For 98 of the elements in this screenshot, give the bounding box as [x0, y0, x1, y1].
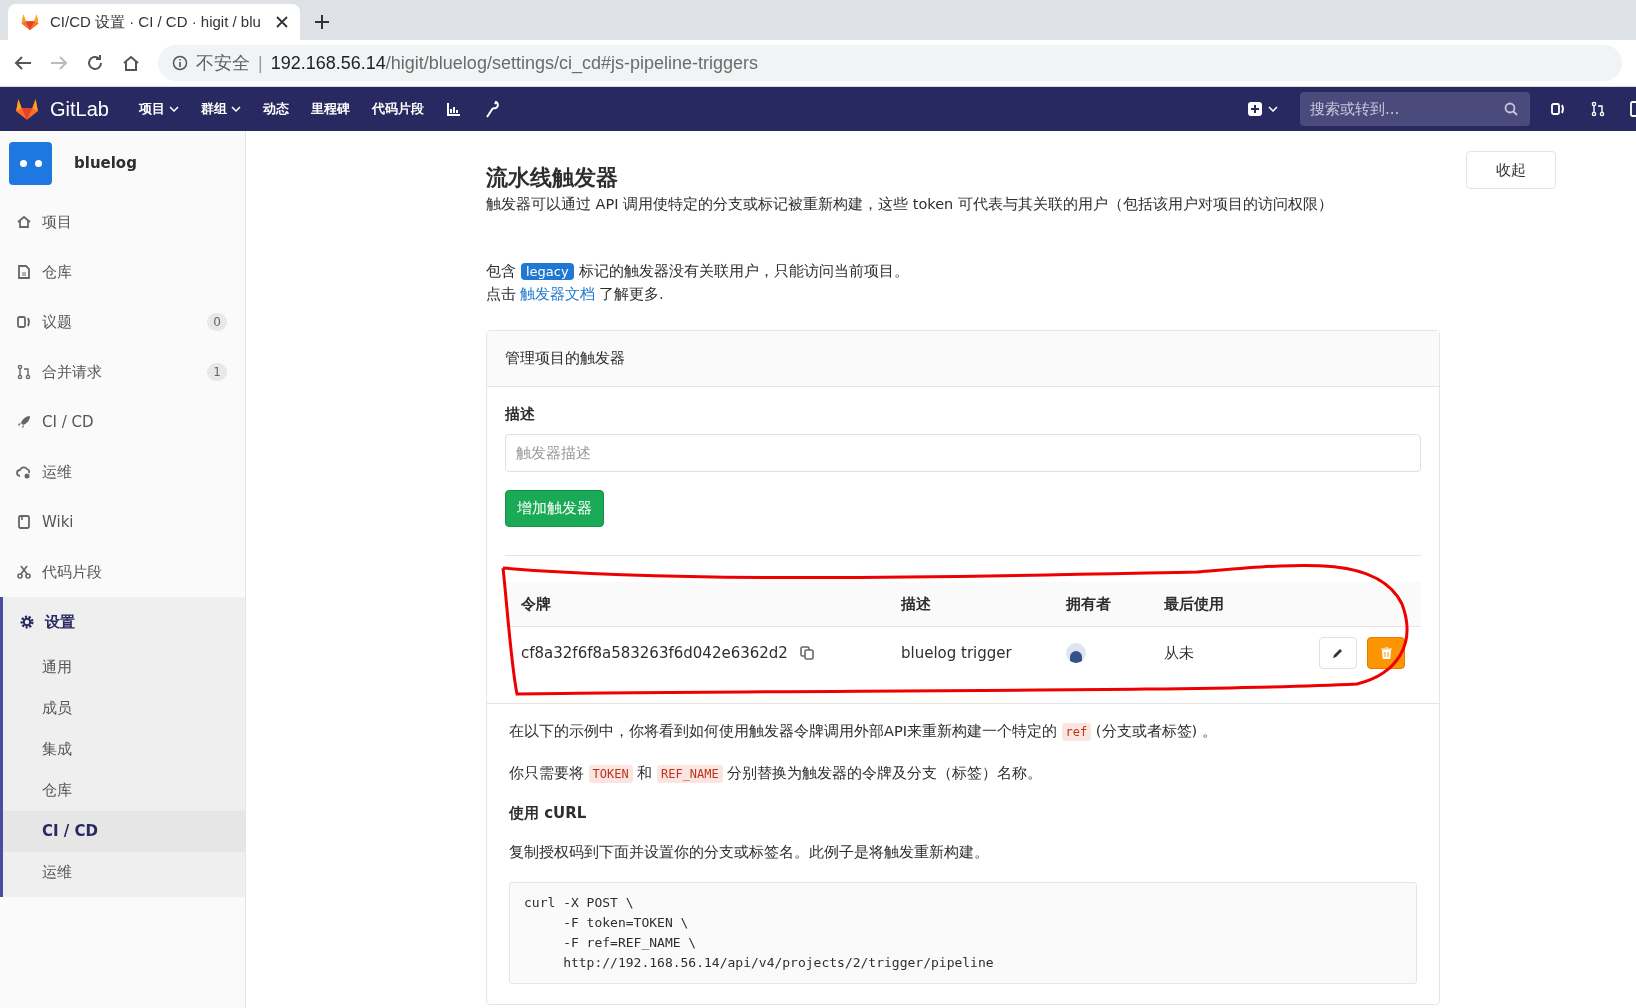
- url-text: 192.168.56.14/higit/bluelog/settings/ci_cd#js-pipeline-triggers: [270, 52, 758, 74]
- cloud-gear-icon: [16, 464, 32, 480]
- description-field[interactable]: 触发器描述: [505, 434, 1421, 472]
- back-button[interactable]: [14, 55, 32, 71]
- column-header: 拥有者: [1066, 594, 1112, 614]
- home-icon: [16, 214, 32, 230]
- sidebar-subitem[interactable]: 运维: [3, 852, 245, 893]
- home-icon: [122, 54, 140, 72]
- edit-button[interactable]: [1319, 637, 1357, 669]
- chart-icon: [445, 101, 462, 117]
- new-item-button[interactable]: [1248, 102, 1278, 116]
- chevron-down-icon: [1268, 106, 1278, 112]
- sidebar-item[interactable]: 运维: [0, 447, 245, 497]
- docs-note-text: 了解更多.: [599, 286, 664, 302]
- browser-tab[interactable]: CI/CD 设置 · CI / CD · higit / blu: [8, 4, 300, 40]
- sidebar-item[interactable]: 设置: [3, 597, 245, 647]
- plus-icon: [314, 14, 330, 30]
- settings-icon: [19, 614, 35, 630]
- admin-button[interactable]: [483, 100, 500, 118]
- info-icon: [172, 55, 188, 71]
- todos-button[interactable]: [1630, 101, 1636, 117]
- search-field[interactable]: 搜索或转到...: [1300, 92, 1530, 126]
- sidebar-item[interactable]: CI / CD: [0, 397, 245, 447]
- arrow-right-icon: [50, 55, 68, 71]
- instruction-text: 你只需要将 TOKEN 和 REF_NAME 分别替换为触发器的令牌及分支（标签）名称。: [509, 764, 1044, 785]
- sidebar-subitem[interactable]: 通用: [3, 647, 245, 688]
- docs-note-text: 点击: [486, 286, 516, 302]
- merge-request-icon: [16, 364, 32, 380]
- sidebar-item[interactable]: 代码片段: [0, 547, 245, 597]
- issues-icon: [16, 314, 32, 330]
- copy-button[interactable]: [799, 646, 814, 660]
- docs-link[interactable]: 触发器文档: [520, 286, 595, 302]
- code-block: curl -X POST \ -F token=TOKEN \ -F ref=REF_NAME \ http://192.168.56.14/api/v4/projects/2/trigger/pipeline: [509, 882, 1417, 984]
- section-description: 触发器可以通过 API 调用使特定的分支或标记被重新构建，这些 token 可代表与其关联的用户（包括该用户对项目的访问权限）: [486, 195, 1334, 214]
- nav-menu-item[interactable]: 项目: [138, 100, 179, 118]
- nav-menu-item[interactable]: 代码片段: [371, 100, 424, 118]
- field-label: 描述: [505, 405, 536, 424]
- url-separator: |: [258, 52, 263, 74]
- nav-menu-item[interactable]: 群组: [200, 100, 241, 118]
- chevron-down-icon: [230, 106, 241, 112]
- tab-title: CI/CD 设置 · CI / CD · higit / blu: [50, 12, 262, 32]
- column-header: 描述: [901, 594, 932, 614]
- merge-requests-button[interactable]: [1590, 101, 1606, 117]
- delete-button[interactable]: [1367, 637, 1405, 669]
- close-tab-button[interactable]: [276, 16, 288, 28]
- collapse-button[interactable]: 收起: [1466, 151, 1556, 189]
- plus-square-icon: [1248, 102, 1262, 116]
- token-cell: cf8a32f6f8a583263f6d042e6362d2: [521, 644, 788, 662]
- arrow-left-icon: [14, 55, 32, 71]
- sidebar-subitem[interactable]: 仓库: [3, 770, 245, 811]
- scissors-icon: [16, 564, 32, 580]
- fox-logo: [20, 12, 40, 32]
- wrench-icon: [483, 100, 500, 118]
- subsection-heading: 使用 cURL: [509, 804, 588, 823]
- close-icon: [276, 16, 288, 28]
- card-header: 管理项目的触发器: [487, 331, 1439, 387]
- reload-button[interactable]: [86, 54, 104, 72]
- trash-icon: [1380, 647, 1392, 659]
- column-header: 最后使用: [1164, 594, 1225, 614]
- search-icon: [1504, 102, 1518, 116]
- reload-icon: [86, 54, 104, 72]
- pencil-icon: [1332, 647, 1344, 659]
- sidebar-item[interactable]: 议题 0: [0, 297, 245, 347]
- count-badge: 0: [207, 313, 227, 331]
- document-icon: [16, 264, 32, 280]
- address-bar[interactable]: 不安全 | 192.168.56.14/higit/bluelog/settings/ci_cd#js-pipeline-triggers: [158, 45, 1622, 81]
- nav-menu-item[interactable]: 动态: [262, 100, 289, 118]
- owner-avatar: [1066, 643, 1086, 663]
- book-icon: [16, 514, 32, 530]
- instruction-text: 在以下的示例中，你将看到如何使用触发器令牌调用外部API来重新构建一个特定的 ref (分支或者标签) 。: [509, 722, 1218, 743]
- todo-icon: [1630, 101, 1636, 117]
- merge-request-icon: [1590, 101, 1606, 117]
- sidebar-item[interactable]: 仓库: [0, 247, 245, 297]
- instruction-text: 复制授权码到下面并设置你的分支或标签名。此例子是将触发重新构建。: [509, 843, 990, 862]
- issues-button[interactable]: [1550, 101, 1566, 117]
- last-used-cell: 从未: [1164, 643, 1194, 663]
- legacy-note: 包含 legacy 标记的触发器没有关联用户，只能访问当前项目。: [486, 262, 910, 282]
- sidebar-item[interactable]: 项目: [0, 197, 245, 247]
- column-header: 令牌: [521, 594, 552, 614]
- sidebar-subitem[interactable]: CI / CD: [3, 811, 245, 852]
- count-badge: 1: [207, 363, 227, 381]
- description-cell: bluelog trigger: [901, 644, 1012, 662]
- project-avatar[interactable]: [9, 141, 52, 185]
- copy-icon: [799, 646, 814, 660]
- home-button[interactable]: [122, 54, 140, 72]
- brand-name[interactable]: GitLab: [50, 97, 109, 121]
- sidebar-item[interactable]: Wiki: [0, 497, 245, 547]
- rocket-icon: [16, 414, 32, 430]
- sidebar-subitem[interactable]: 集成: [3, 729, 245, 770]
- issues-icon: [1550, 101, 1566, 117]
- project-name[interactable]: bluelog: [74, 154, 137, 172]
- sidebar-item[interactable]: 合并请求 1: [0, 347, 245, 397]
- activity-chart-button[interactable]: [445, 101, 462, 117]
- chevron-down-icon: [168, 106, 179, 112]
- insecure-label: 不安全: [196, 52, 250, 75]
- sidebar-subitem[interactable]: 成员: [3, 688, 245, 729]
- nav-menu-item[interactable]: 里程碑: [310, 100, 350, 118]
- section-title: 流水线触发器: [486, 164, 618, 192]
